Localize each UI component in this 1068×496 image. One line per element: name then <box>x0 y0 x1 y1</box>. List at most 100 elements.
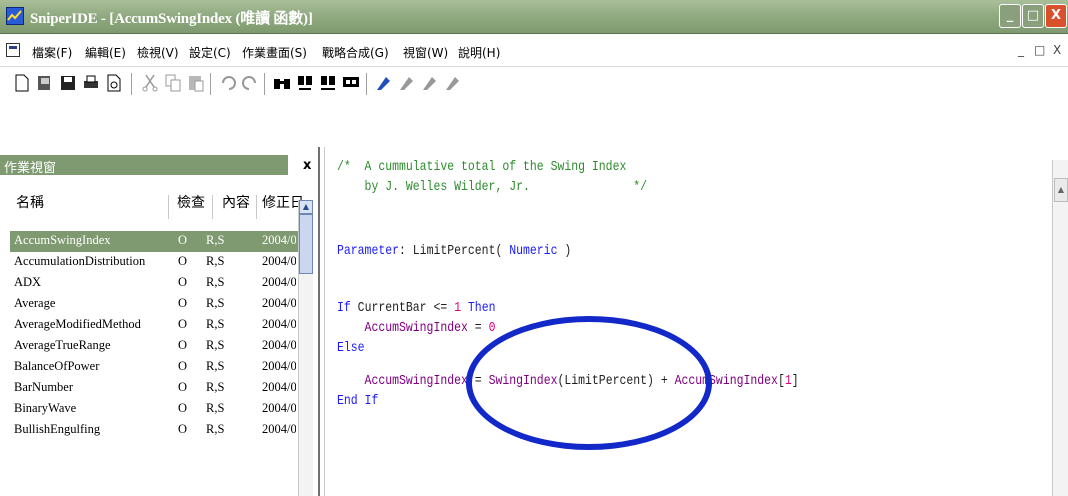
row-name: BullishEngulfing <box>14 422 101 436</box>
code-line: AccumSwingIndex = SwingIndex(LimitPercen… <box>337 373 799 389</box>
print-icon[interactable] <box>81 73 101 93</box>
row-date: 2004/0 <box>262 359 296 373</box>
code-text: = <box>467 320 489 336</box>
toolbar-separator <box>366 73 370 95</box>
minimize-button[interactable]: _ <box>999 4 1021 28</box>
row-content: R,S <box>206 422 225 436</box>
new-file-icon[interactable] <box>12 73 32 93</box>
table-row[interactable]: BinaryWave O R,S 2004/0 <box>10 399 300 420</box>
column-divider[interactable] <box>168 195 169 219</box>
undo-icon[interactable] <box>218 73 238 93</box>
stop-icon[interactable] <box>443 73 463 93</box>
redo-icon[interactable] <box>240 73 260 93</box>
panel-scrollbar[interactable]: ▲ <box>298 200 313 496</box>
row-name: BalanceOfPower <box>14 359 100 373</box>
column-header-name[interactable]: 名稱 <box>16 192 44 222</box>
bookmark-icon[interactable] <box>341 73 361 93</box>
open-icon[interactable] <box>35 73 55 93</box>
table-row[interactable]: BullishEngulfing O R,S 2004/0 <box>10 420 300 441</box>
menu-window[interactable]: 視窗(W) <box>403 44 448 61</box>
menu-edit[interactable]: 編輯(E) <box>85 44 126 61</box>
document-icon[interactable] <box>6 43 20 57</box>
row-content: R,S <box>206 359 225 373</box>
table-row[interactable]: Average O R,S 2004/0 <box>10 294 300 315</box>
function-name: SwingIndex <box>488 373 558 389</box>
code-line: by J. Welles Wilder, Jr. */ <box>337 179 647 195</box>
table-row[interactable]: ADX O R,S 2004/0 <box>10 273 300 294</box>
cut-icon[interactable] <box>140 73 160 93</box>
find-icon[interactable] <box>272 73 292 93</box>
panel-title-bar: 作業視窗 <box>0 155 288 176</box>
find-next-icon[interactable] <box>295 73 315 93</box>
row-name: AccumulationDistribution <box>14 254 146 268</box>
compile-icon[interactable] <box>397 73 417 93</box>
row-name: BinaryWave <box>14 401 77 415</box>
row-check: O <box>178 317 188 331</box>
table-row[interactable]: AverageModifiedMethod O R,S 2004/0 <box>10 315 300 336</box>
number-literal: 0 <box>488 320 496 336</box>
mdi-close-button[interactable]: X <box>1053 43 1061 57</box>
column-header-content[interactable]: 內容 <box>222 192 250 222</box>
row-date: 2004/0 <box>262 338 296 352</box>
column-header-check[interactable]: 檢查 <box>177 192 205 222</box>
code-text: (LimitPercent) + <box>557 373 675 389</box>
table-row[interactable]: BalanceOfPower O R,S 2004/0 <box>10 357 300 378</box>
menu-file[interactable]: 檔案(F) <box>32 44 72 61</box>
keyword: End If <box>337 393 379 409</box>
editor-scrollbar[interactable]: ▲ <box>1052 160 1068 496</box>
save-icon[interactable] <box>58 73 78 93</box>
code-text: = <box>467 373 489 389</box>
menu-view[interactable]: 檢視(V) <box>137 44 179 61</box>
row-check: O <box>178 296 188 310</box>
panel-close-button[interactable]: x <box>303 158 311 173</box>
type-keyword: Numeric <box>509 243 558 259</box>
code-line: Parameter: LimitPercent( Numeric ) <box>337 243 571 259</box>
replace-icon[interactable] <box>318 73 338 93</box>
menu-help[interactable]: 說明(H) <box>458 44 500 61</box>
mdi-restore-button[interactable]: □ <box>1034 43 1045 57</box>
table-row[interactable]: BarNumber O R,S 2004/0 <box>10 378 300 399</box>
menu-settings[interactable]: 設定(C) <box>189 44 231 61</box>
table-row[interactable]: AccumulationDistribution O R,S 2004/0 <box>10 252 300 273</box>
row-check: O <box>178 422 188 436</box>
row-date: 2004/0 <box>262 317 296 331</box>
verify-icon[interactable] <box>374 73 394 93</box>
toolbar-separator <box>210 73 214 95</box>
code-text: ) <box>557 243 572 259</box>
row-check: O <box>178 401 188 415</box>
maximize-button[interactable]: □ <box>1022 4 1044 28</box>
row-name: AverageTrueRange <box>14 338 111 352</box>
mdi-minimize-button[interactable]: _ <box>1018 43 1024 57</box>
row-content: R,S <box>206 296 225 310</box>
copy-icon[interactable] <box>163 73 183 93</box>
row-check: O <box>178 338 188 352</box>
row-content: R,S <box>206 233 225 247</box>
row-date: 2004/0 <box>262 233 296 247</box>
table-row[interactable]: AccumSwingIndex O R,S 2004/0 <box>10 231 300 252</box>
keyword: If <box>337 300 351 316</box>
menu-strategy[interactable]: 戰略合成(G) <box>322 44 389 61</box>
row-name: AverageModifiedMethod <box>14 317 141 331</box>
comment-text: /* A cummulative total of the Swing Inde… <box>337 159 627 175</box>
code-editor[interactable]: /* A cummulative total of the Swing Inde… <box>324 147 1045 496</box>
table-row[interactable]: AverageTrueRange O R,S 2004/0 <box>10 336 300 357</box>
close-button[interactable]: X <box>1045 4 1067 28</box>
column-divider[interactable] <box>212 195 213 219</box>
code-line: End If <box>337 393 378 409</box>
build-icon[interactable] <box>420 73 440 93</box>
scroll-thumb[interactable] <box>299 214 313 274</box>
scroll-up-arrow-icon[interactable]: ▲ <box>299 200 313 214</box>
row-date: 2004/0 <box>262 401 296 415</box>
print-preview-icon[interactable] <box>104 73 124 93</box>
keyword: Parameter <box>337 243 400 259</box>
work-window-panel: 作業視窗 x 名稱 檢查 內容 修正日 AccumSwingIndex O R,… <box>0 147 320 496</box>
menu-workspace[interactable]: 作業畫面(S) <box>242 44 307 61</box>
scroll-up-arrow-icon[interactable]: ▲ <box>1054 178 1068 202</box>
toolbar-separator <box>131 73 135 95</box>
code-line: AccumSwingIndex = 0 <box>337 320 496 336</box>
row-name: AccumSwingIndex <box>14 233 111 247</box>
row-name: Average <box>14 296 56 310</box>
comment-text: by J. Welles Wilder, Jr. */ <box>337 179 648 195</box>
paste-icon[interactable] <box>186 73 206 93</box>
column-divider[interactable] <box>256 195 257 219</box>
